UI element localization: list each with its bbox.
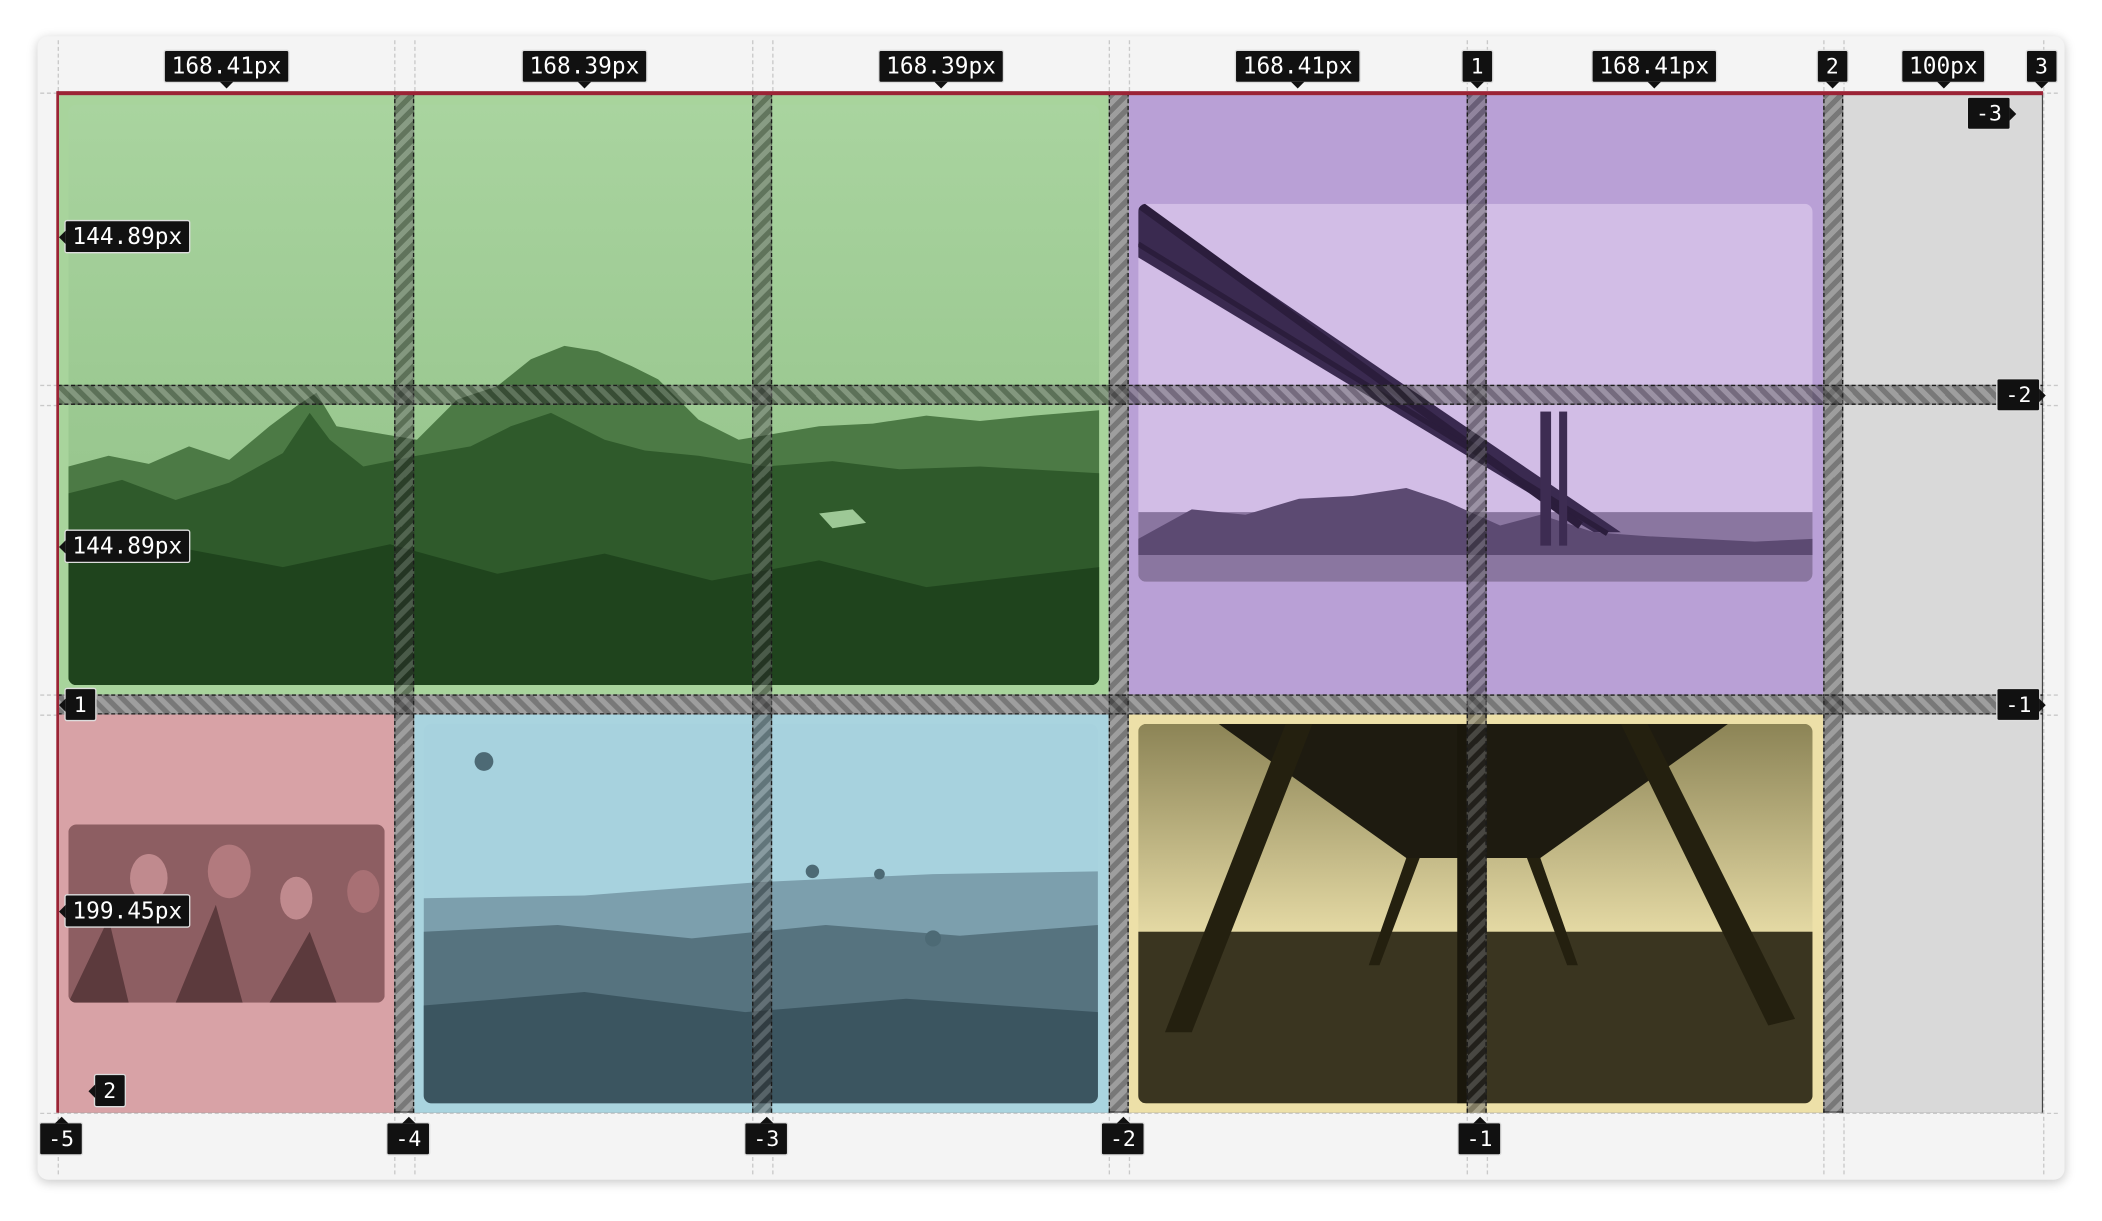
grid-container-outline (57, 91, 2044, 96)
column-gap (394, 92, 415, 1113)
row-line-number: 2 (88, 1073, 126, 1108)
column-line-number: 3 (2025, 49, 2058, 89)
column-line-number: -3 (744, 1116, 789, 1156)
column-gap (1466, 92, 1487, 1113)
column-line-number: -2 (1100, 1116, 1146, 1156)
column-line-number: -4 (386, 1116, 431, 1156)
column-size-label: 168.41px (163, 49, 290, 89)
row-size-label: 199.45px (58, 894, 191, 928)
column-line-number: 1 (1461, 49, 1493, 89)
column-size-label: 168.41px (1234, 49, 1361, 89)
row-line-number: -2 (1996, 378, 2047, 412)
row-size-label: 144.89px (58, 219, 191, 254)
grid-line-extension (2043, 40, 2045, 1175)
row-line-number: -3 (1966, 96, 2018, 131)
column-size-label: 168.39px (878, 49, 1004, 89)
column-line-number: -1 (1457, 1116, 1502, 1156)
grid-container-outline (56, 91, 59, 1113)
row-gap (57, 384, 2044, 405)
grid-inspector-viewport: 168.41px 168.39px 168.39px 168.41px 168.… (0, 0, 2102, 1221)
column-size-label: 168.39px (521, 49, 648, 89)
column-size-label: 100px (1900, 49, 1986, 89)
row-line-number: 1 (59, 687, 97, 722)
column-size-label: 168.41px (1591, 49, 1718, 89)
column-gap (1108, 92, 1129, 1113)
column-line-number: 2 (1816, 49, 1849, 89)
empty-grid-track (1843, 95, 2042, 1113)
column-line-number: -5 (38, 1116, 84, 1156)
column-gap (752, 92, 773, 1113)
row-line-number: -1 (1996, 687, 2047, 722)
grid-line-extension (40, 1112, 2058, 1115)
column-gap (1823, 92, 1844, 1113)
row-size-label: 144.89px (58, 529, 191, 564)
row-gap (57, 694, 2044, 715)
